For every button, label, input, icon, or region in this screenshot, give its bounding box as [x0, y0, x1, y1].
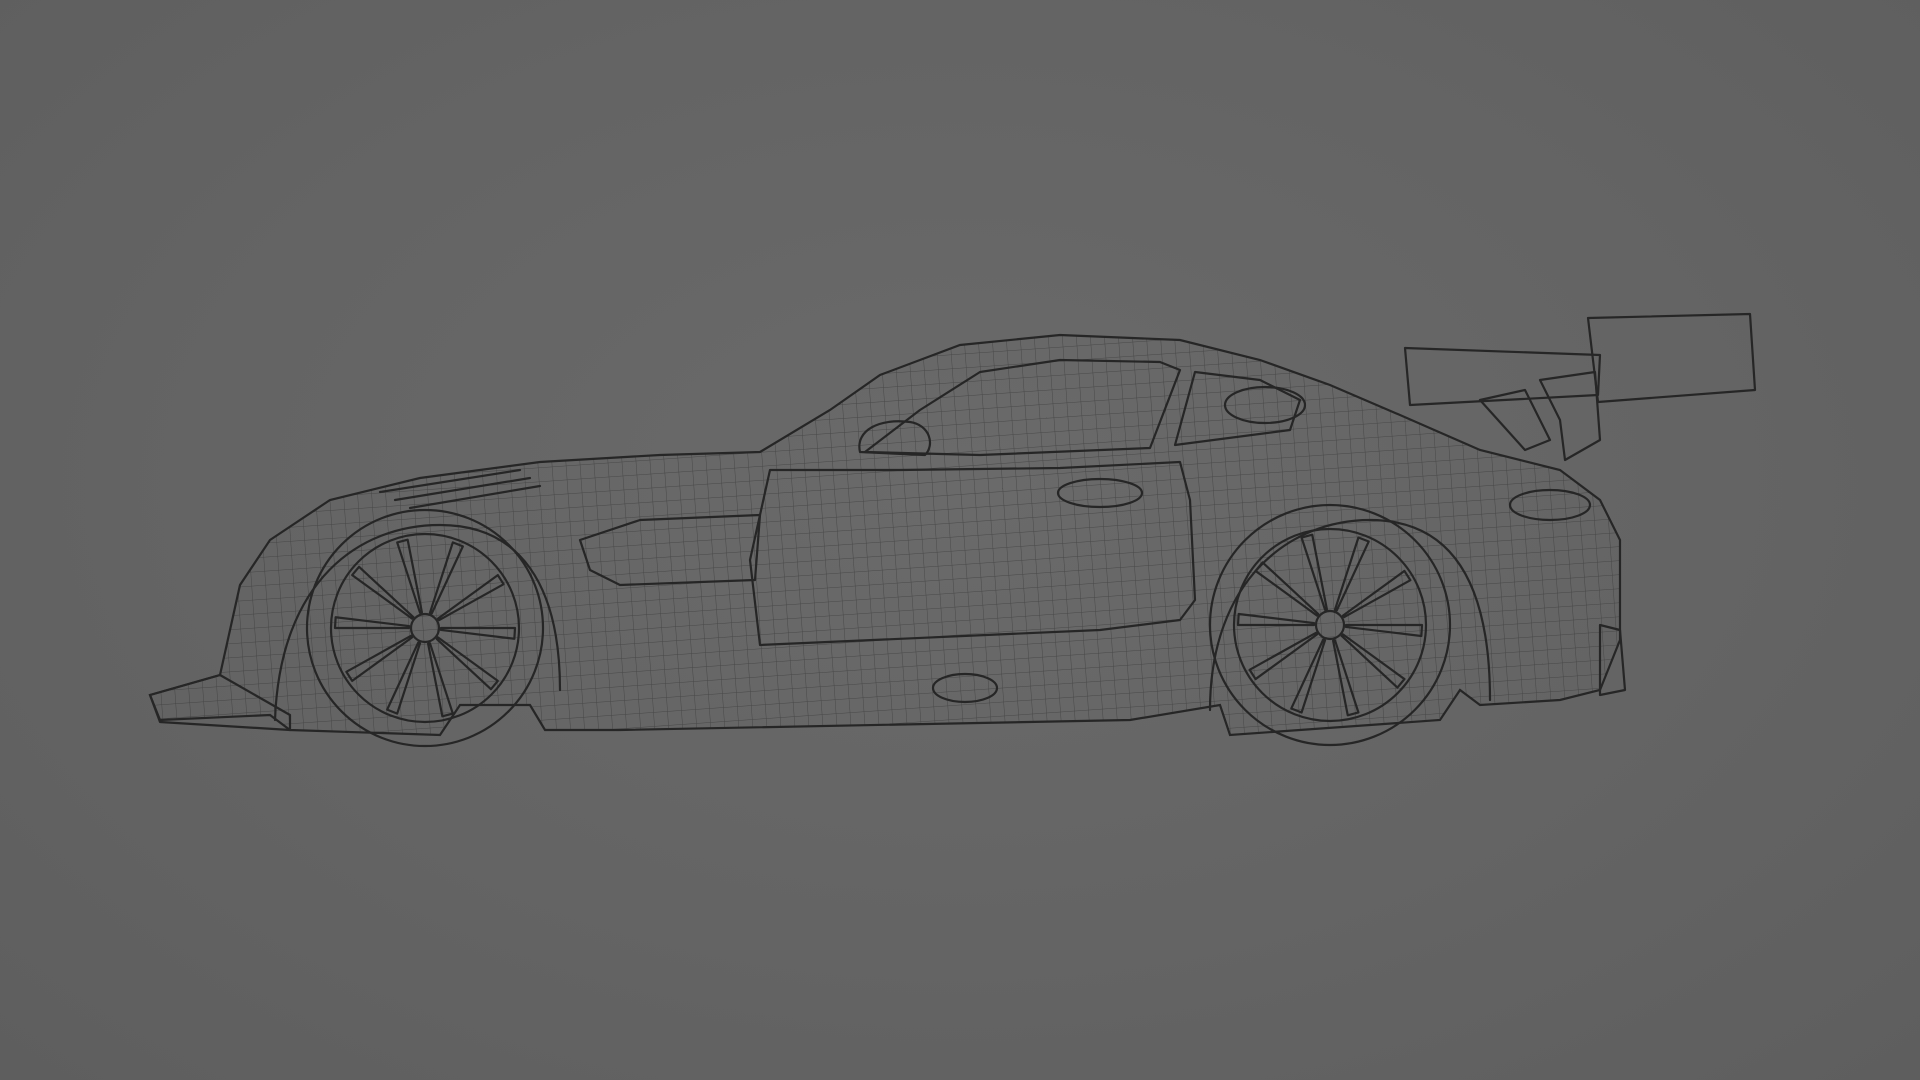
- 3d-viewport[interactable]: [0, 0, 1920, 1080]
- rear-wing-strut-2: [1538, 370, 1602, 462]
- car-wireframe: [148, 312, 1757, 748]
- rear-wing-endplate: [1586, 312, 1757, 404]
